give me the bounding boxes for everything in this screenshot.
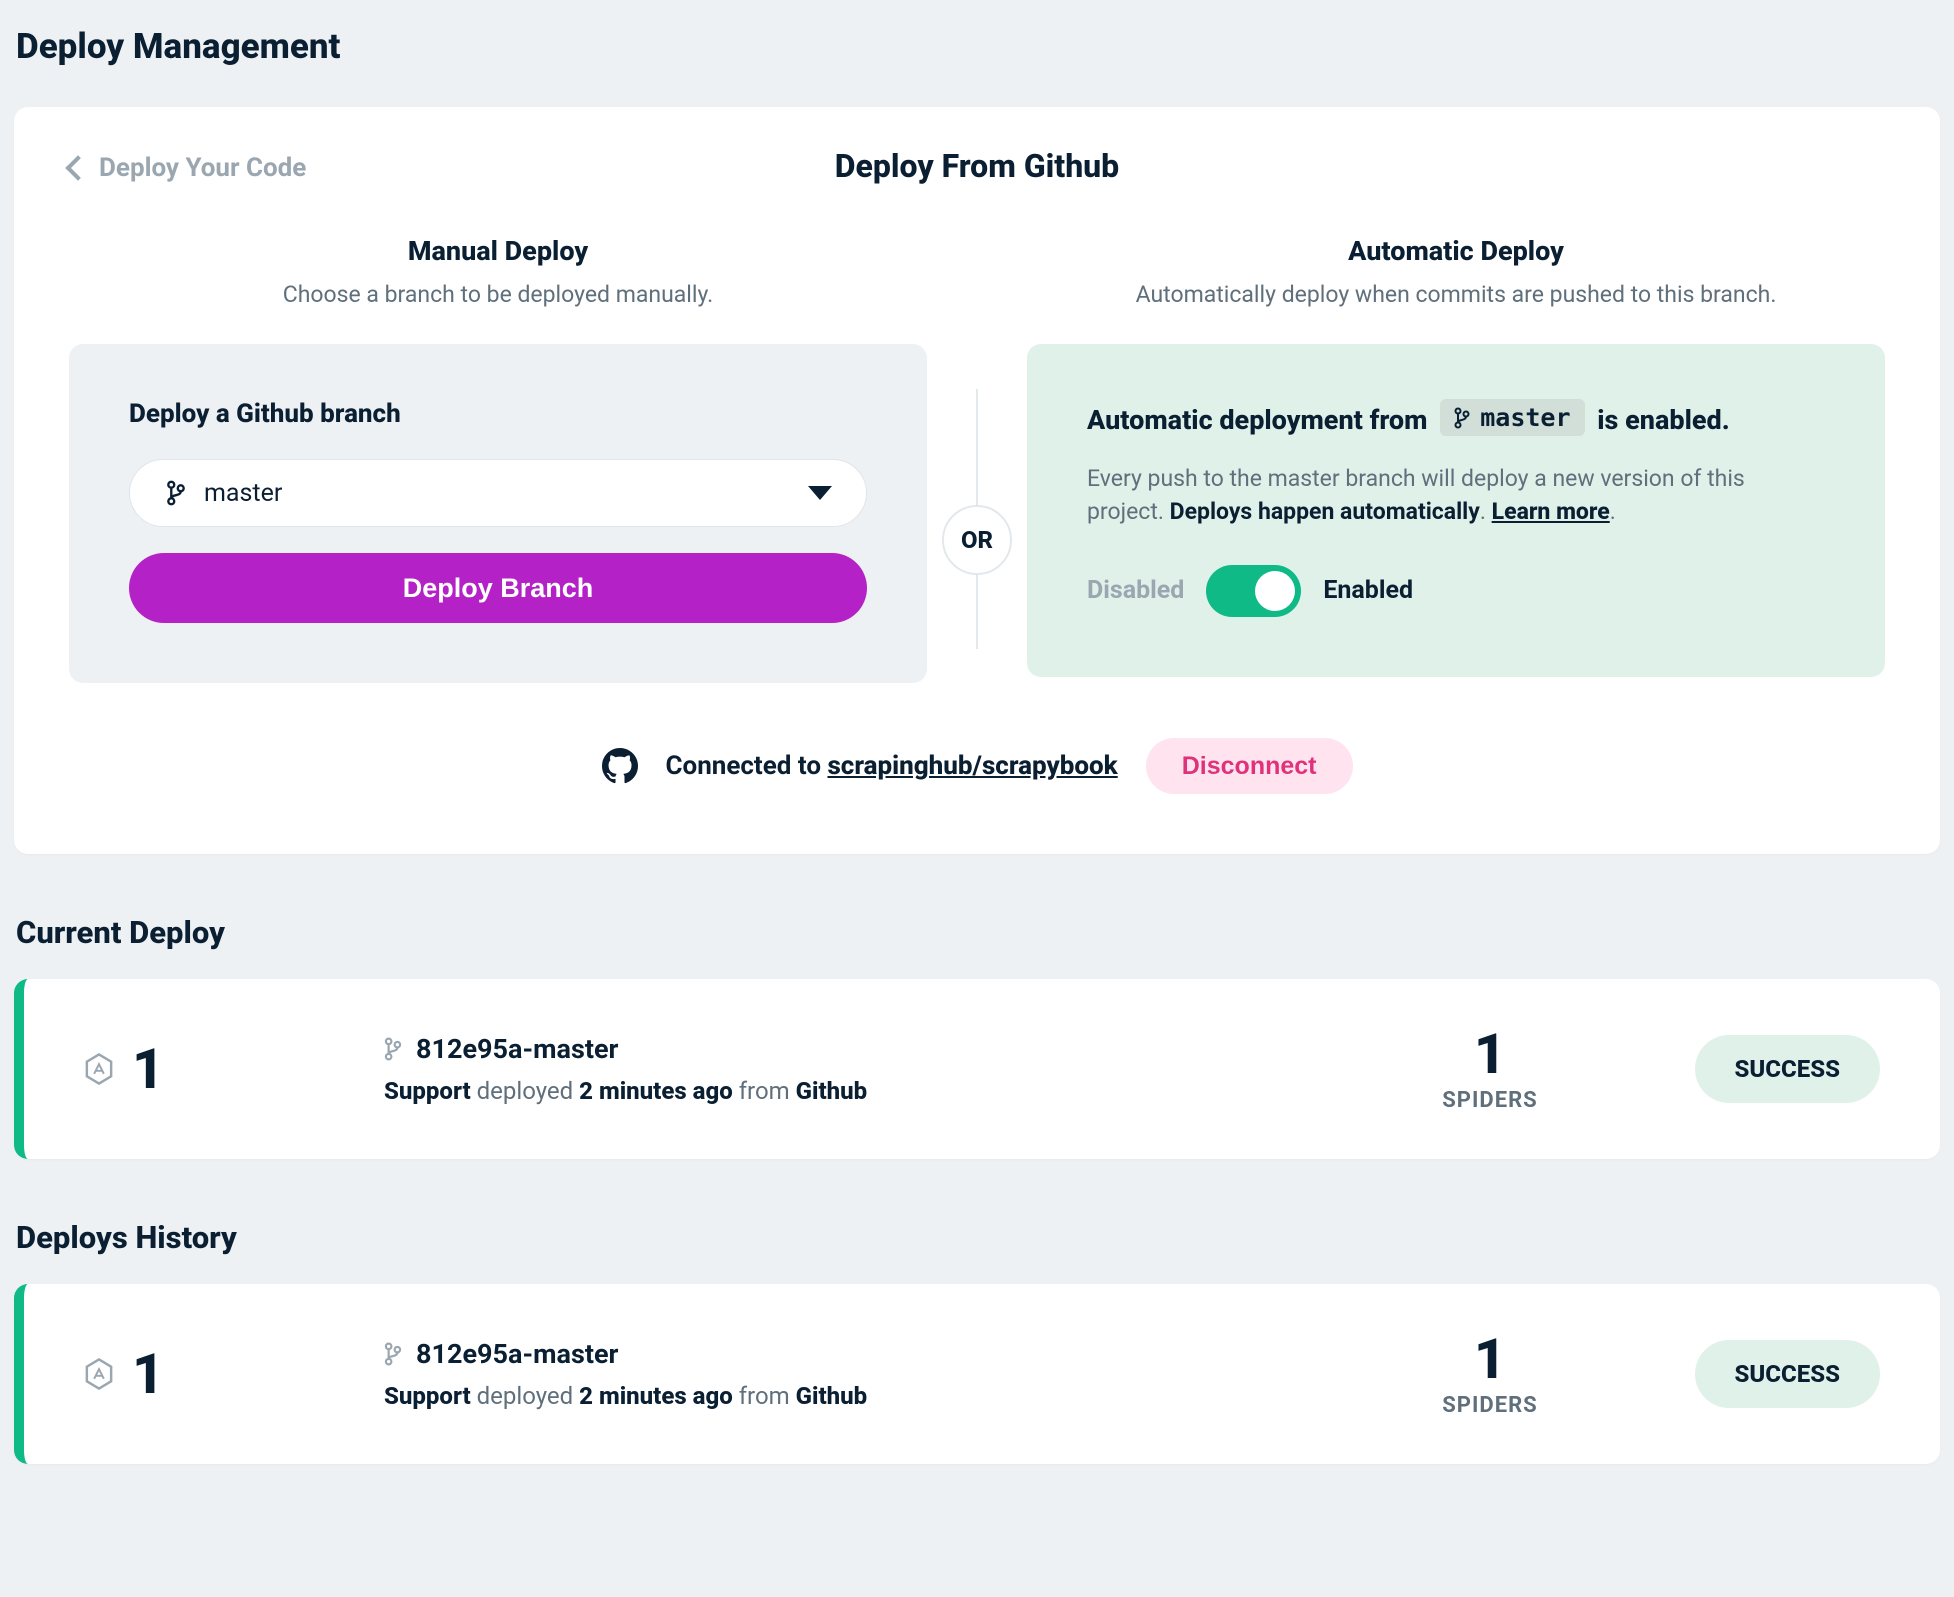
page-title: Deploy Management	[16, 26, 1940, 67]
auto-deploy-sub: Automatically deploy when commits are pu…	[1027, 281, 1885, 308]
chevron-left-icon	[65, 155, 90, 180]
auto-desc-bold: Deploys happen automatically	[1170, 498, 1480, 525]
card-header: Deploy Your Code Deploy From Github	[69, 147, 1885, 185]
status-cell: SUCCESS	[1620, 1035, 1880, 1103]
deploy-id: 1	[132, 1341, 164, 1407]
auto-heading-prefix: Automatic deployment from	[1087, 404, 1427, 436]
manual-deploy-sub: Choose a branch to be deployed manually.	[69, 281, 927, 308]
spiders-cell: 1 SPIDERS	[1360, 1026, 1620, 1113]
deploy-branch-button[interactable]: Deploy Branch	[129, 553, 867, 623]
auto-toggle-row: Disabled Enabled	[1087, 565, 1825, 617]
branch-select[interactable]: master	[129, 459, 867, 527]
branch-icon	[1454, 407, 1470, 429]
branch-icon	[384, 1037, 402, 1061]
history-title: Deploys History	[16, 1219, 1940, 1256]
deploy-commit: 812e95a-master	[416, 1338, 618, 1370]
deploy-github-card: Deploy Your Code Deploy From Github Manu…	[14, 107, 1940, 854]
spiders-label: SPIDERS	[1360, 1088, 1620, 1113]
auto-branch-chip: master	[1440, 399, 1584, 436]
spiders-cell: 1 SPIDERS	[1360, 1331, 1620, 1418]
auto-deploy-title: Automatic Deploy	[1027, 235, 1885, 267]
auto-branch-name: master	[1480, 403, 1570, 432]
deploy-hex-icon	[84, 1052, 114, 1086]
auto-deploy-column: Automatic Deploy Automatically deploy wh…	[1027, 235, 1885, 683]
status-badge: SUCCESS	[1695, 1340, 1881, 1408]
deploy-time: 2 minutes ago	[579, 1077, 733, 1105]
branch-select-value: master	[204, 479, 282, 508]
deploy-time: 2 minutes ago	[579, 1382, 733, 1410]
disconnect-button[interactable]: Disconnect	[1146, 738, 1353, 794]
connected-text: Connected to scrapinghub/scrapybook	[666, 751, 1118, 781]
back-link[interactable]: Deploy Your Code	[69, 153, 306, 183]
status-cell: SUCCESS	[1620, 1340, 1880, 1408]
deploy-commit-line: 812e95a-master	[384, 1033, 1360, 1065]
period: .	[1610, 498, 1616, 525]
spiders-count: 1	[1360, 1331, 1620, 1387]
deploy-action: deployed	[471, 1382, 579, 1410]
or-badge: OR	[942, 505, 1012, 575]
auto-heading-suffix: is enabled.	[1597, 404, 1729, 436]
enabled-label: Enabled	[1323, 576, 1413, 605]
status-badge: SUCCESS	[1695, 1035, 1881, 1103]
branch-icon	[384, 1342, 402, 1366]
current-deploy-row[interactable]: 1 812e95a-master Support deployed 2 minu…	[14, 979, 1940, 1159]
deploy-options: Manual Deploy Choose a branch to be depl…	[69, 235, 1885, 683]
history-row[interactable]: 1 812e95a-master Support deployed 2 minu…	[14, 1284, 1940, 1464]
auto-deploy-toggle[interactable]	[1206, 565, 1301, 617]
auto-deploy-panel: Automatic deployment from master is enab…	[1027, 344, 1885, 677]
auto-heading: Automatic deployment from master is enab…	[1087, 404, 1730, 436]
deploy-meta: Support deployed 2 minutes ago from Gith…	[384, 1077, 1360, 1105]
deploy-user: Support	[384, 1382, 471, 1410]
deploy-user: Support	[384, 1077, 471, 1105]
branch-icon	[166, 480, 186, 506]
connected-row: Connected to scrapinghub/scrapybook Disc…	[69, 738, 1885, 794]
deploy-hex-icon	[84, 1357, 114, 1391]
manual-deploy-panel: Deploy a Github branch master Deploy Bra…	[69, 344, 927, 683]
disabled-label: Disabled	[1087, 576, 1184, 605]
auto-desc-3: .	[1480, 498, 1492, 525]
spiders-count: 1	[1360, 1026, 1620, 1082]
deploy-id-cell: 1	[84, 1036, 384, 1102]
caret-down-icon	[808, 486, 832, 500]
auto-description: Every push to the master branch will dep…	[1087, 462, 1825, 529]
manual-deploy-column: Manual Deploy Choose a branch to be depl…	[69, 235, 927, 683]
column-divider: OR	[927, 235, 1027, 683]
connected-prefix: Connected to	[666, 751, 828, 781]
deploy-from: from	[733, 1077, 796, 1105]
deploy-id: 1	[132, 1036, 164, 1102]
deploy-info: 812e95a-master Support deployed 2 minute…	[384, 1033, 1360, 1105]
deploy-commit-line: 812e95a-master	[384, 1338, 1360, 1370]
deploy-source: Github	[796, 1382, 868, 1410]
repo-link[interactable]: scrapinghub/scrapybook	[827, 751, 1117, 781]
spiders-label: SPIDERS	[1360, 1393, 1620, 1418]
github-icon	[602, 748, 638, 784]
deploy-from: from	[733, 1382, 796, 1410]
deploy-info: 812e95a-master Support deployed 2 minute…	[384, 1338, 1360, 1410]
learn-more-link[interactable]: Learn more	[1492, 498, 1610, 525]
toggle-knob	[1255, 571, 1295, 611]
manual-panel-label: Deploy a Github branch	[129, 399, 867, 429]
deploy-source: Github	[796, 1077, 868, 1105]
deploy-action: deployed	[471, 1077, 579, 1105]
current-deploy-title: Current Deploy	[16, 914, 1940, 951]
manual-deploy-title: Manual Deploy	[69, 235, 927, 267]
deploy-meta: Support deployed 2 minutes ago from Gith…	[384, 1382, 1360, 1410]
card-title: Deploy From Github	[69, 147, 1885, 185]
deploy-commit: 812e95a-master	[416, 1033, 618, 1065]
deploy-id-cell: 1	[84, 1341, 384, 1407]
back-link-label: Deploy Your Code	[99, 153, 306, 183]
